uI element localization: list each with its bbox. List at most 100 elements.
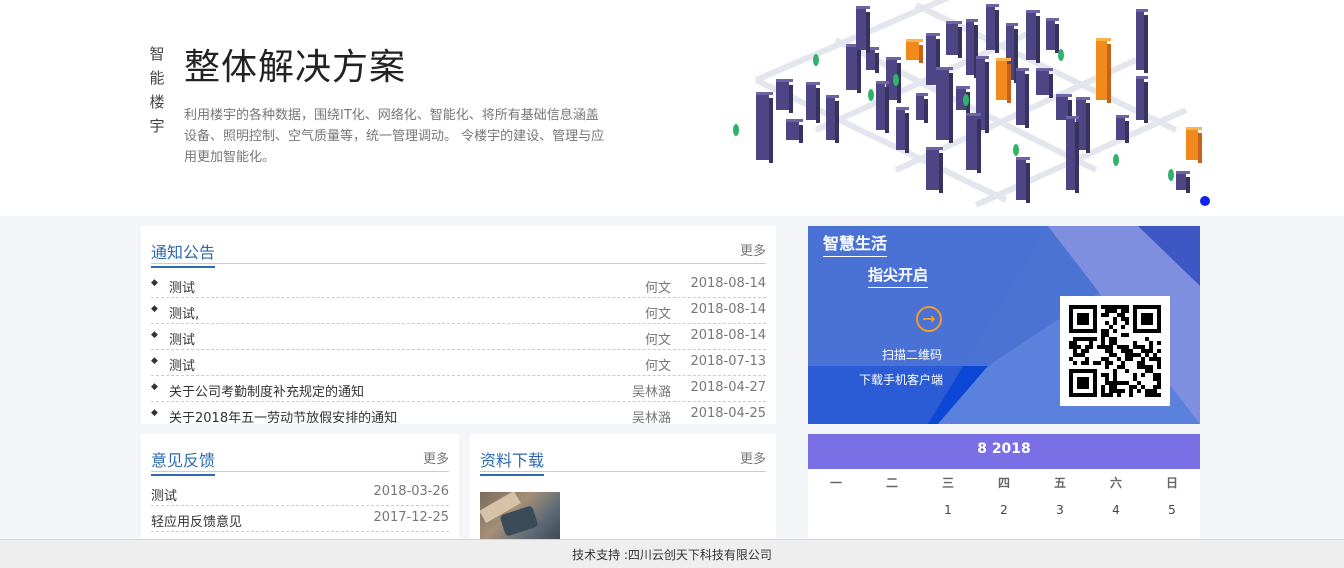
building-shape [946, 21, 962, 24]
notice-item-title[interactable]: 测试 [169, 277, 195, 296]
qr-module [1145, 353, 1149, 357]
feedback-item-date: 2018-03-26 [373, 484, 449, 499]
building-shape [1036, 71, 1049, 95]
building-shape [876, 84, 885, 130]
qr-module [1109, 345, 1113, 349]
download-thumbnail[interactable] [480, 492, 560, 542]
qr-module [1109, 337, 1113, 341]
building-shape [826, 95, 839, 98]
building-shape [866, 12, 870, 53]
weekday-label: 二 [885, 476, 898, 490]
notice-item-date: 2018-07-13 [690, 354, 766, 369]
calendar-day[interactable]: 2 [976, 497, 1032, 523]
download-app-text: 下载手机客户端 [859, 373, 944, 387]
building-shape [906, 39, 923, 42]
calendar-widget: 8 2018 一 二 三 四 五 六 日 1 2 3 4 5 [808, 434, 1200, 544]
calendar-day-row: 1 2 3 4 5 [808, 497, 1200, 523]
feedback-item[interactable]: 轻应用反馈意见 2017-12-25 [151, 506, 449, 532]
qr-module [1125, 333, 1129, 337]
building-shape [905, 113, 909, 153]
carousel-dot[interactable] [1200, 196, 1210, 206]
qr-module [1073, 341, 1077, 345]
notice-item-title[interactable]: 测试, [169, 303, 199, 322]
qr-module [1105, 377, 1109, 381]
building-shape [856, 6, 870, 9]
notice-title: 通知公告 [151, 239, 216, 268]
building-shape [1186, 177, 1190, 193]
qr-module [1125, 353, 1129, 357]
qr-module [1141, 357, 1145, 361]
building-shape [1096, 41, 1107, 100]
weekday-label: 三 [941, 476, 954, 490]
qr-finder-module [1077, 377, 1089, 389]
qr-module [1117, 393, 1121, 397]
calendar-day[interactable]: 4 [1088, 497, 1144, 523]
feedback-more-link[interactable]: 更多 [423, 448, 449, 467]
qr-module [1121, 305, 1125, 309]
qr-module [1149, 349, 1153, 353]
qr-module [1101, 337, 1105, 341]
weekday-label: 一 [829, 476, 842, 490]
feedback-item-title[interactable]: 轻应用反馈意见 [151, 511, 242, 530]
qr-module [1133, 373, 1137, 377]
building-shape [939, 153, 943, 193]
qr-module [1149, 389, 1153, 393]
qr-module [1113, 377, 1117, 381]
building-shape [1025, 74, 1029, 128]
qr-module [1113, 389, 1117, 393]
qr-module [1105, 365, 1109, 369]
notice-item-author: 何文 [644, 281, 671, 296]
building-shape [1125, 121, 1129, 143]
qr-module [1141, 385, 1145, 389]
notice-item-author: 何文 [644, 359, 671, 374]
calendar-day[interactable] [808, 497, 864, 523]
smart-life-card: 智慧生活 指尖开启 → 扫描二维码 下载手机客户端 [808, 226, 1200, 424]
notice-more-link[interactable]: 更多 [740, 240, 766, 259]
qr-module [1121, 389, 1125, 393]
notice-item[interactable]: ◆ 测试, 何文 2018-08-14 [151, 298, 766, 324]
qr-module [1085, 357, 1089, 361]
calendar-day[interactable] [864, 497, 920, 523]
building-shape [966, 22, 974, 75]
qr-module [1153, 377, 1157, 381]
building-shape [1096, 38, 1111, 41]
banner-description: 利用楼宇的各种数据，围绕IT化、网络化、智能化、将所有基础信息涵盖设备、照明控制… [184, 108, 605, 165]
qr-module [1145, 393, 1149, 397]
notice-item[interactable]: ◆ 测试 何文 2018-07-13 [151, 350, 766, 376]
qr-module [1121, 317, 1125, 321]
calendar-day[interactable]: 3 [1032, 497, 1088, 523]
building-shape [1055, 24, 1059, 53]
building-shape [1186, 127, 1202, 130]
notice-item-title[interactable]: 测试 [169, 355, 195, 374]
arrow-right-circle-icon[interactable]: → [916, 306, 942, 332]
building-shape [786, 122, 799, 140]
building-shape [806, 82, 820, 85]
qr-module [1145, 369, 1149, 373]
notice-item[interactable]: ◆ 关于2018年五一劳动节放假安排的通知 吴林潞 2018-04-25 [151, 402, 766, 428]
notice-item-title[interactable]: 关于公司考勤制度补充规定的通知 [169, 381, 364, 400]
feedback-item[interactable]: 测试 2018-03-26 [151, 480, 449, 506]
qr-module [1125, 321, 1129, 325]
side-char: 宇 [149, 117, 165, 135]
calendar-day[interactable]: 1 [920, 497, 976, 523]
building-shape [919, 45, 923, 63]
notice-item[interactable]: ◆ 关于公司考勤制度补充规定的通知 吴林潞 2018-04-27 [151, 376, 766, 402]
isometric-city-illustration [733, 0, 1202, 208]
qr-module [1081, 353, 1085, 357]
building-shape [1046, 21, 1055, 50]
building-shape [926, 147, 943, 150]
notice-item-title[interactable]: 测试 [169, 329, 195, 348]
notice-item[interactable]: ◆ 测试 何文 2018-08-14 [151, 324, 766, 350]
download-more-link[interactable]: 更多 [740, 448, 766, 467]
qr-module [1109, 389, 1113, 393]
feedback-item-title[interactable]: 测试 [151, 485, 177, 504]
building-shape [756, 92, 773, 95]
qr-module [1121, 349, 1125, 353]
notice-item-title[interactable]: 关于2018年五一劳动节放假安排的通知 [169, 407, 397, 426]
qr-module [1109, 393, 1113, 397]
qr-module [1149, 369, 1153, 373]
building-shape [1186, 130, 1198, 160]
notice-item[interactable]: ◆ 测试 何文 2018-08-14 [151, 272, 766, 298]
qr-module [1157, 349, 1161, 353]
calendar-day[interactable]: 5 [1144, 497, 1200, 523]
